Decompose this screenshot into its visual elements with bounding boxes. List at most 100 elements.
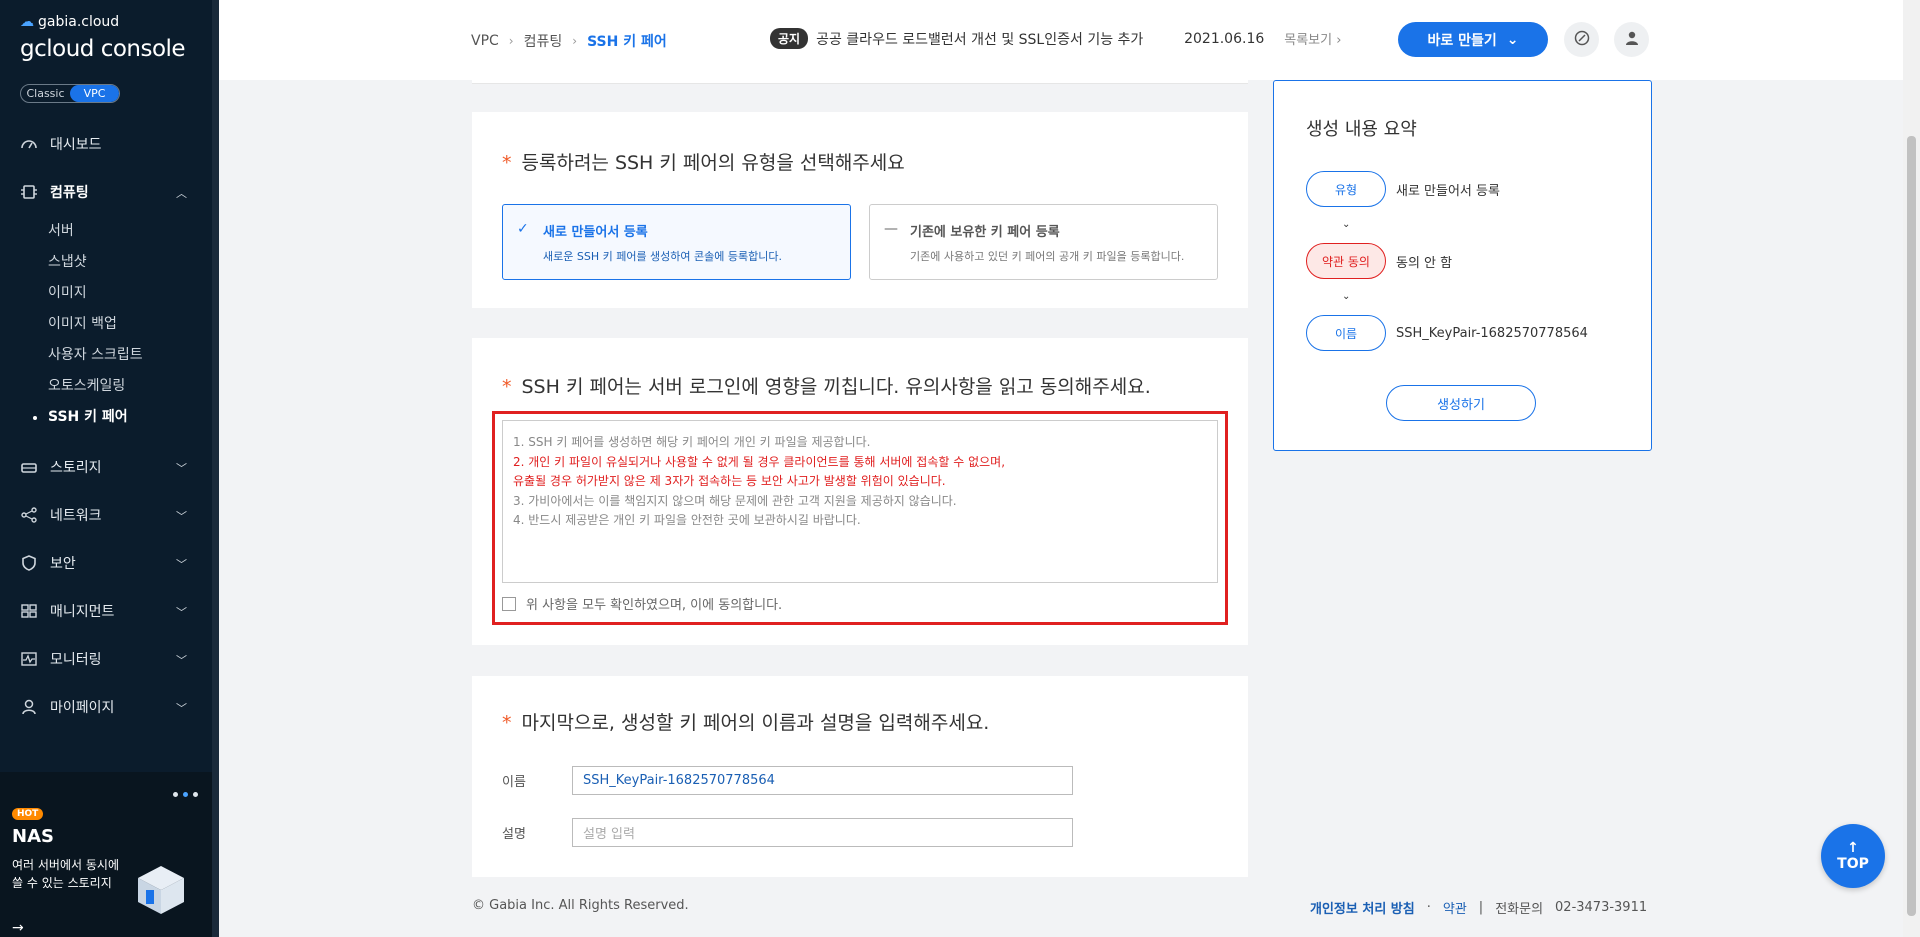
sidebar-item-network[interactable]: 네트워크 ﹀ <box>0 491 212 539</box>
chevron-down-icon: ﹀ <box>176 510 187 523</box>
promo-desc: 여러 서버에서 동시에 쓸 수 있는 스토리지 <box>12 858 119 890</box>
sidebar-item-dashboard[interactable]: 대시보드 <box>0 120 212 168</box>
name-input[interactable]: SSH_KeyPair-1682570778564 <box>572 766 1073 795</box>
notice-bar[interactable]: 공지 공공 클라우드 로드밸런서 개선 및 SSL인증서 기능 추가 2021.… <box>770 28 1341 49</box>
name-desc-card: * 마지막으로, 생성할 키 페어의 이름과 설명을 입력해주세요. 이름 SSH… <box>472 676 1248 877</box>
sidebar-item-label: 모니터링 <box>50 652 102 668</box>
section-title: * SSH 키 페어는 서버 로그인에 영향을 끼칩니다. 유의사항을 읽고 동의… <box>502 372 1151 399</box>
chevron-down-icon: ⌄ <box>1342 219 1351 230</box>
separator-dot: · <box>1426 900 1431 915</box>
term-line-warning: 2. 개인 키 파일이 유실되거나 사용할 수 없게 될 경우 클라이언트를 통… <box>513 454 1006 469</box>
sidebar-item-autoscaling[interactable]: 오토스케일링 <box>48 371 212 402</box>
sidebar-item-label: 매니지먼트 <box>50 604 115 620</box>
option-title: 새로 만들어서 등록 <box>543 225 648 240</box>
sidebar-item-monitoring[interactable]: 모니터링 ﹀ <box>0 635 212 683</box>
sidebar-item-security[interactable]: 보안 ﹀ <box>0 539 212 587</box>
carousel-dots[interactable] <box>173 792 198 797</box>
term-line-warning: 유출될 경우 허가받지 않은 제 3자가 접속하는 등 보안 사고가 발생할 위… <box>513 474 946 488</box>
sidebar-item-image-backup[interactable]: 이미지 백업 <box>48 309 212 340</box>
sidebar-item-user-script[interactable]: 사용자 스크립트 <box>48 340 212 371</box>
check-icon: ✓ <box>517 221 529 237</box>
breadcrumb-current: SSH 키 페어 <box>587 34 667 50</box>
chat-button[interactable] <box>1564 22 1599 57</box>
sidebar-item-ssh-keypair[interactable]: SSH 키 페어 <box>33 402 212 433</box>
toggle-classic[interactable]: Classic <box>21 85 70 102</box>
scroll-top-button[interactable]: ↑ TOP <box>1821 824 1885 888</box>
sidebar-item-label: 네트워크 <box>50 508 102 524</box>
profile-button[interactable] <box>1614 22 1649 57</box>
sidebar-scrollbar[interactable] <box>212 0 219 937</box>
computing-submenu: 서버 스냅샷 이미지 이미지 백업 사용자 스크립트 오토스케일링 SSH 키 … <box>0 216 212 433</box>
option-create-new[interactable]: ✓ 새로 만들어서 등록 새로운 SSH 키 페어를 생성하여 콘솔에 등록합니… <box>502 204 851 280</box>
sidebar-item-management[interactable]: 매니지먼트 ﹀ <box>0 587 212 635</box>
sidebar-item-label: 컴퓨팅 <box>50 185 89 201</box>
toggle-vpc[interactable]: VPC <box>70 85 119 102</box>
option-desc: 기존에 사용하고 있던 키 페어의 공개 키 파일을 등록합니다. <box>910 250 1185 263</box>
terms-link[interactable]: 약관 <box>1443 898 1467 917</box>
arrow-up-icon: ↑ <box>1847 840 1859 856</box>
arrow-right-icon[interactable]: → <box>12 920 24 936</box>
quick-create-label: 바로 만들기 <box>1427 32 1497 49</box>
terms-textbox[interactable]: 1. SSH 키 페어를 생성하면 해당 키 페어의 개인 키 파일을 제공합니… <box>502 420 1218 583</box>
contact-label: 전화문의 <box>1495 902 1544 917</box>
sidebar-item-computing[interactable]: 컴퓨팅 ︿ <box>0 168 212 216</box>
section-title-text: 마지막으로, 생성할 키 페어의 이름과 설명을 입력해주세요. <box>521 712 990 734</box>
option-register-existing[interactable]: — 기존에 보유한 키 페어 등록 기존에 사용하고 있던 키 페어의 공개 키… <box>869 204 1218 280</box>
summary-row-type: 유형 새로 만들어서 등록 <box>1306 171 1500 207</box>
promo-banner[interactable]: HOT NAS 여러 서버에서 동시에 쓸 수 있는 스토리지 → <box>0 772 212 937</box>
agree-checkbox[interactable] <box>502 596 516 611</box>
option-desc: 새로운 SSH 키 페어를 생성하여 콘솔에 등록합니다. <box>543 250 782 263</box>
notice-date: 2021.06.16 <box>1184 30 1265 47</box>
storage-icon <box>20 458 38 476</box>
chat-icon <box>1574 30 1590 50</box>
section-title: * 등록하려는 SSH 키 페어의 유형을 선택해주세요 <box>502 148 905 175</box>
sidebar-item-label: 마이페이지 <box>50 700 115 716</box>
term-line: 1. SSH 키 페어를 생성하면 해당 키 페어의 개인 키 파일을 제공합니… <box>513 435 871 449</box>
scrollbar-thumb[interactable] <box>1907 136 1916 916</box>
term-line: 3. 가비아에서는 이를 책임지지 않으며 해당 문제에 관한 고객 지원을 제… <box>513 493 957 508</box>
privacy-link[interactable]: 개인정보 처리 방침 <box>1310 898 1415 917</box>
breadcrumb-computing[interactable]: 컴퓨팅 <box>524 31 563 51</box>
copyright: © Gabia Inc. All Rights Reserved. <box>472 898 689 913</box>
summary-row-name: 이름 SSH_KeyPair-1682570778564 <box>1306 315 1588 351</box>
sidebar-item-storage[interactable]: 스토리지 ﹀ <box>0 443 212 491</box>
footer-links: 개인정보 처리 방침 · 약관 | 전화문의 02-3473-3911 <box>1310 898 1647 917</box>
agree-label[interactable]: 위 사항을 모두 확인하였으며, 이에 동의합니다. <box>526 594 782 613</box>
chevron-down-icon: ﹀ <box>176 558 187 571</box>
page-scrollbar[interactable] <box>1903 0 1920 937</box>
chevron-down-icon: ⌄ <box>1506 31 1519 48</box>
sidebar-item-mypage[interactable]: 마이페이지 ﹀ <box>0 683 212 731</box>
hot-badge: HOT <box>12 808 44 820</box>
breadcrumb-vpc[interactable]: VPC <box>471 33 499 49</box>
dash-icon: — <box>884 221 898 237</box>
name-field-row: 이름 SSH_KeyPair-1682570778564 <box>502 766 1073 795</box>
section-title-text: SSH 키 페어는 서버 로그인에 영향을 끼칩니다. 유의사항을 읽고 동의해… <box>521 376 1151 398</box>
section-title: * 마지막으로, 생성할 키 페어의 이름과 설명을 입력해주세요. <box>502 708 989 735</box>
console-title[interactable]: gcloud console <box>20 36 186 62</box>
quick-create-button[interactable]: 바로 만들기 ⌄ <box>1398 22 1548 57</box>
desc-input[interactable]: 설명 입력 <box>572 818 1073 847</box>
create-submit-button[interactable]: 생성하기 <box>1386 385 1536 421</box>
name-label: 이름 <box>502 775 526 790</box>
agreement-card: * SSH 키 페어는 서버 로그인에 영향을 끼칩니다. 유의사항을 읽고 동의… <box>472 338 1248 645</box>
management-icon <box>20 602 38 620</box>
sidebar-item-server[interactable]: 서버 <box>48 216 212 247</box>
summary-panel: 생성 내용 요약 유형 새로 만들어서 등록 ⌄ 약관 동의 동의 안 함 ⌄ … <box>1273 80 1652 451</box>
sidebar-item-image[interactable]: 이미지 <box>48 278 212 309</box>
cloud-icon: ☁ <box>20 14 34 30</box>
chevron-right-icon: › <box>572 34 578 48</box>
chevron-down-icon: ﹀ <box>176 462 187 475</box>
chevron-right-icon: › <box>508 34 514 48</box>
user-icon <box>20 698 38 716</box>
chip-icon <box>20 183 38 201</box>
agree-row[interactable]: 위 사항을 모두 확인하였으며, 이에 동의합니다. <box>502 594 782 613</box>
promo-title: NAS <box>12 826 54 847</box>
summary-value: 새로 만들어서 등록 <box>1396 183 1500 199</box>
breadcrumb: VPC › 컴퓨팅 › SSH 키 페어 <box>471 31 667 51</box>
sidebar-item-snapshot[interactable]: 스냅샷 <box>48 247 212 278</box>
brand-logo[interactable]: ☁ gabia.cloud <box>20 14 119 30</box>
notice-more-link[interactable]: 목록보기 › <box>1284 29 1341 48</box>
notice-text[interactable]: 공공 클라우드 로드밸런서 개선 및 SSL인증서 기능 추가 <box>816 29 1156 49</box>
section-title-text: 등록하려는 SSH 키 페어의 유형을 선택해주세요 <box>521 152 905 174</box>
platform-toggle[interactable]: Classic VPC <box>20 84 120 103</box>
